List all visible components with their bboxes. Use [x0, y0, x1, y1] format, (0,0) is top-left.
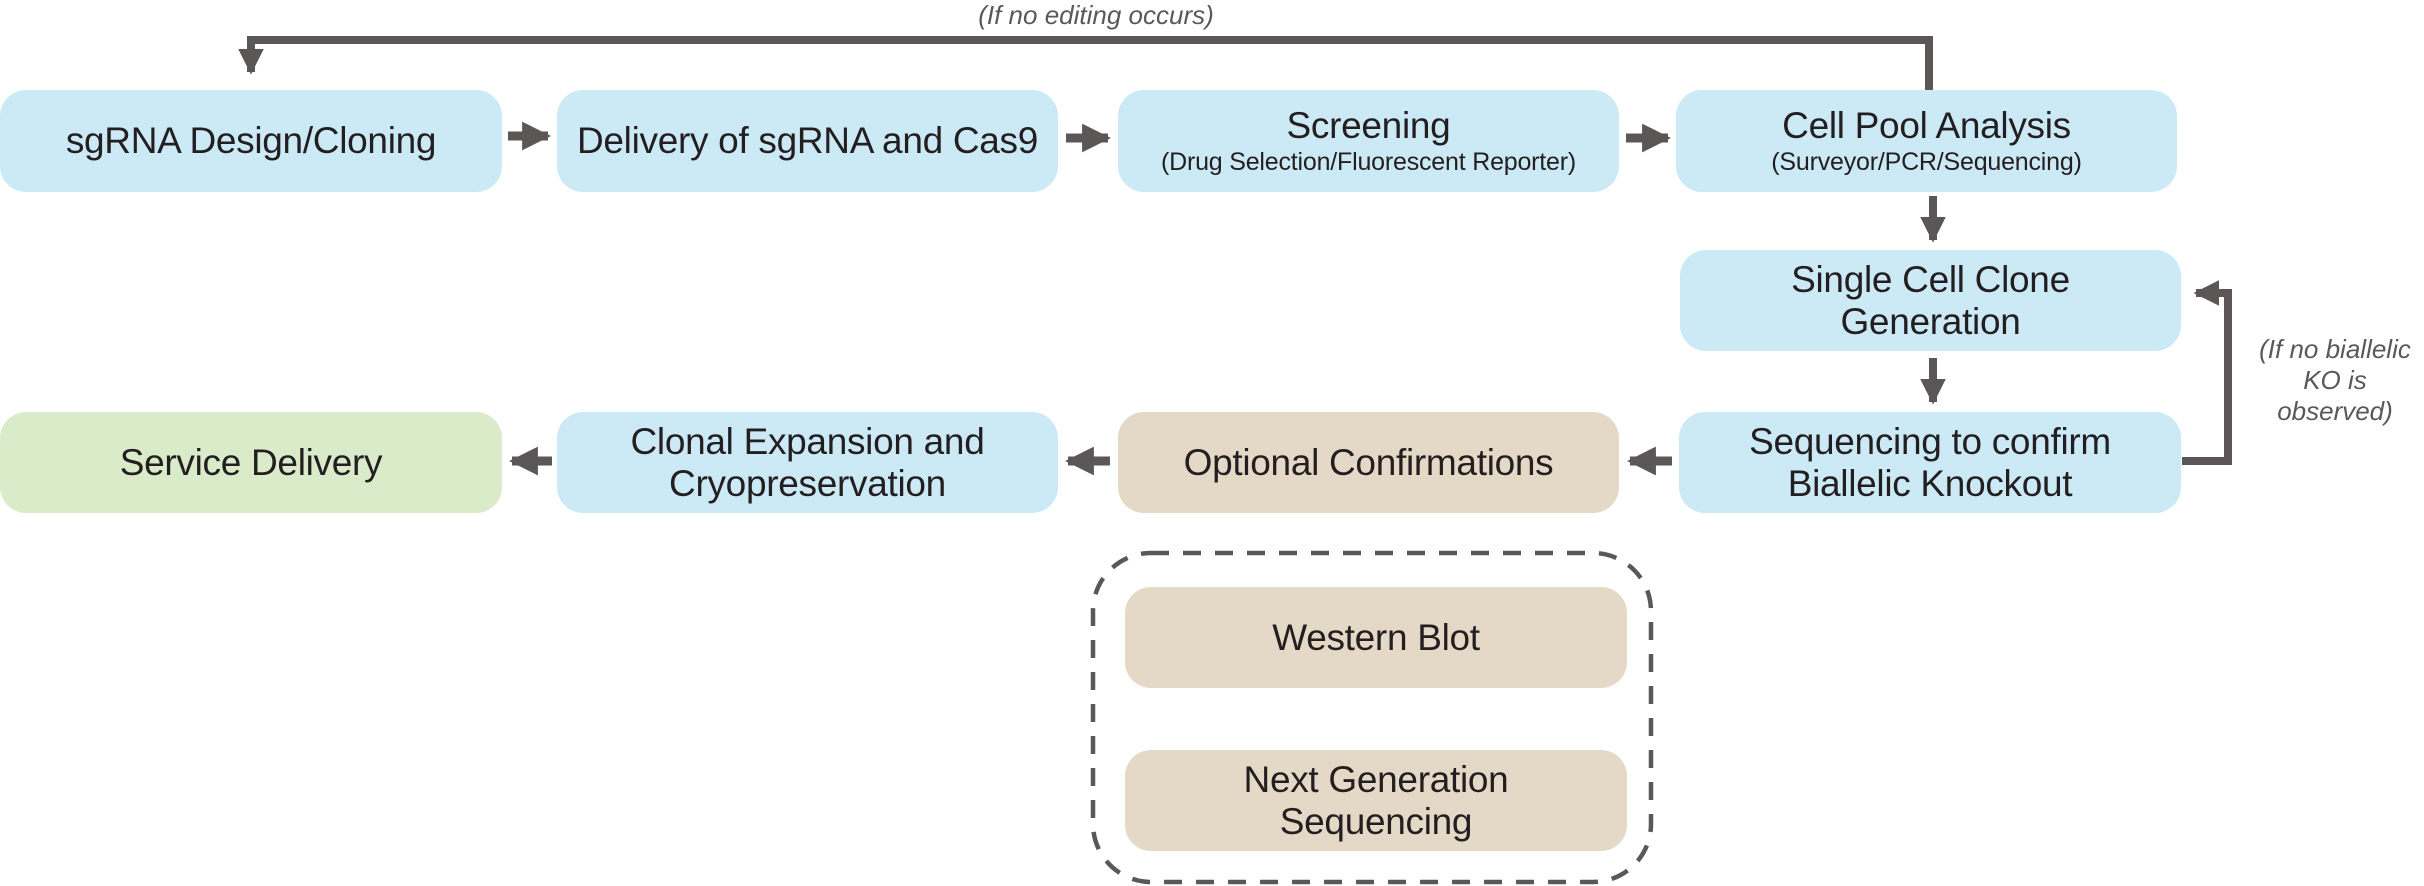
node-screening-sublabel: (Drug Selection/Fluorescent Reporter) — [1161, 148, 1576, 176]
feedback-no-biallelic-connector — [2182, 280, 2232, 465]
node-optional: Optional Confirmations — [1118, 412, 1619, 513]
node-single-cell: Single Cell Clone Generation — [1680, 250, 2181, 351]
note-no-biallelic: (If no biallelic KO is observed) — [2245, 334, 2424, 427]
node-delivery: Delivery of sgRNA and Cas9 — [557, 90, 1058, 192]
node-cell-pool-label: Cell Pool Analysis — [1782, 105, 2071, 146]
node-western-blot: Western Blot — [1125, 587, 1627, 688]
node-sgrna-design: sgRNA Design/Cloning — [0, 90, 502, 192]
node-ngs-line1: Next Generation — [1243, 758, 1509, 800]
node-ngs-line2: Sequencing — [1279, 800, 1473, 842]
node-ngs: Next Generation Sequencing — [1125, 750, 1627, 851]
node-western-blot-label: Western Blot — [1272, 616, 1480, 658]
node-single-cell-line2: Generation — [1840, 300, 2021, 342]
node-seq-confirm-line2: Biallelic Knockout — [1787, 462, 2073, 504]
node-cell-pool-sublabel: (Surveyor/PCR/Sequencing) — [1771, 148, 2082, 176]
node-optional-label: Optional Confirmations — [1183, 441, 1554, 483]
node-clonal-line1: Clonal Expansion and — [630, 420, 985, 462]
node-screening-label: Screening — [1286, 105, 1451, 146]
node-service-label: Service Delivery — [119, 441, 383, 483]
node-single-cell-line1: Single Cell Clone — [1791, 258, 2070, 300]
note-no-editing: (If no editing occurs) — [978, 0, 1214, 30]
node-clonal-line2: Cryopreservation — [669, 462, 946, 504]
node-clonal: Clonal Expansion and Cryopreservation — [557, 412, 1058, 513]
node-delivery-label: Delivery of sgRNA and Cas9 — [576, 120, 1039, 161]
note-no-biallelic-line2: KO is observed) — [2277, 365, 2393, 426]
note-no-biallelic-line1: (If no biallelic — [2259, 334, 2411, 364]
node-seq-confirm-line1: Sequencing to confirm — [1749, 420, 2111, 462]
node-cell-pool: Cell Pool Analysis (Surveyor/PCR/Sequenc… — [1676, 90, 2177, 192]
node-screening: Screening (Drug Selection/Fluorescent Re… — [1118, 90, 1619, 192]
node-seq-confirm: Sequencing to confirm Biallelic Knockout — [1679, 412, 2181, 513]
node-service: Service Delivery — [0, 412, 502, 513]
feedback-no-editing-connector — [238, 36, 1933, 90]
node-sgrna-design-label: sgRNA Design/Cloning — [65, 120, 437, 161]
